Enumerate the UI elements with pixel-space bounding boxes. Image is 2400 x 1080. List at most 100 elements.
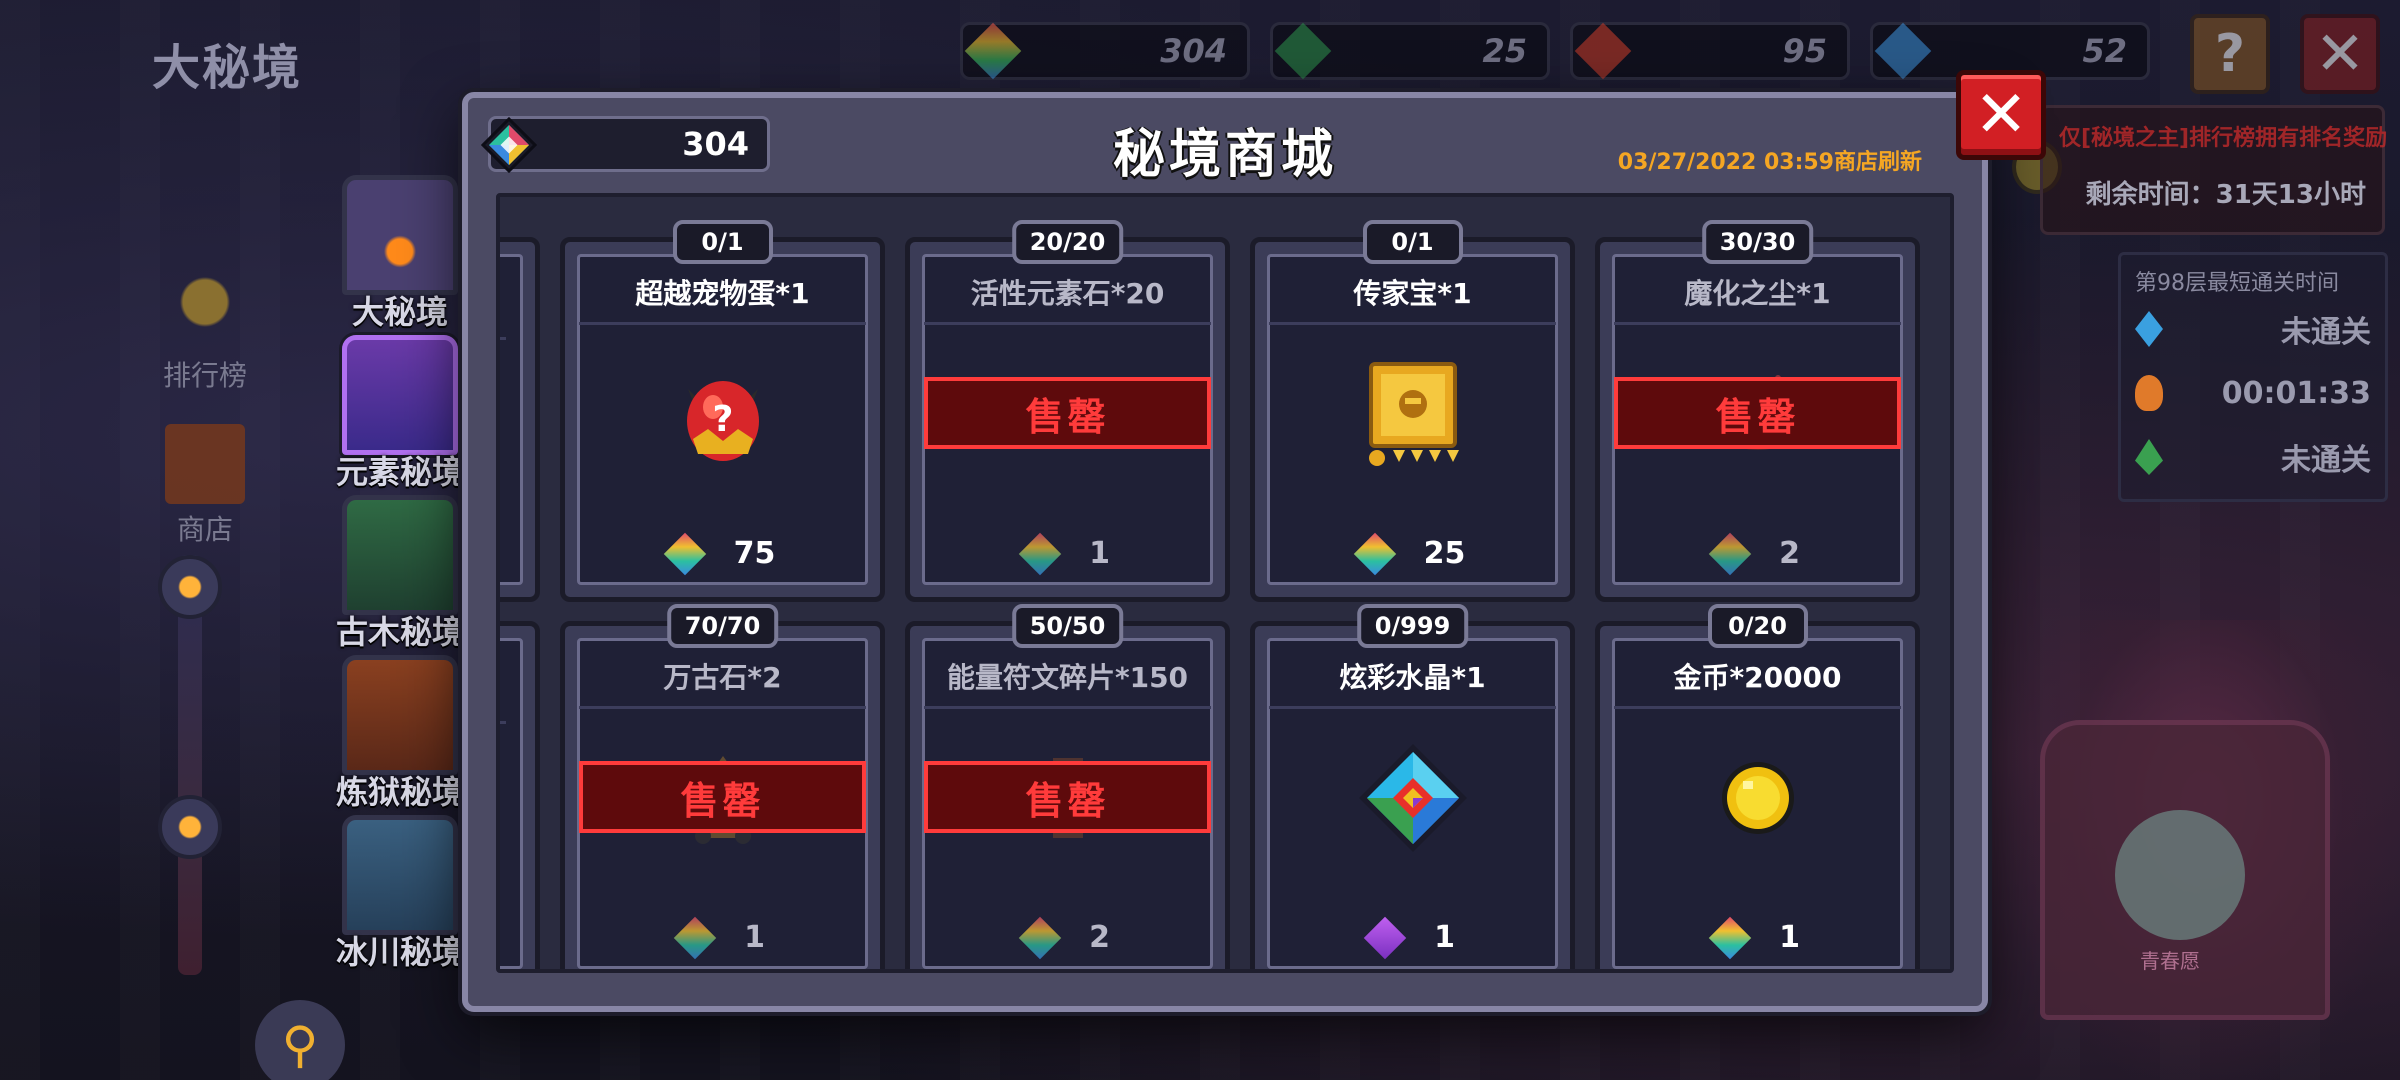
top-currency-rainbow: 304 <box>960 22 1250 80</box>
close-screen-button[interactable]: ✕ <box>2300 14 2380 94</box>
clear-time-panel: 第98层最短通关时间 未通关 00:01:33 未通关 <box>2118 252 2388 502</box>
floor-node-icon <box>158 555 222 619</box>
card-divider <box>1614 322 1901 325</box>
floor-progress-rail <box>158 555 222 975</box>
nav-item-shop[interactable]: 商店 <box>150 424 260 548</box>
purple-portal-icon <box>342 175 458 295</box>
item-price: 1 <box>910 532 1225 575</box>
item-stock: 0/999 <box>1356 604 1469 648</box>
item-price-value: 2 <box>1779 536 1800 571</box>
water-element-icon <box>2135 311 2163 347</box>
partial-item-card <box>500 621 540 969</box>
item-price: 25 <box>1255 532 1570 575</box>
card-divider <box>579 322 866 325</box>
prism-crystal-icon <box>1353 738 1473 858</box>
shop-item-card[interactable]: 50/50 能量符文碎片*150 售罄 2 <box>905 604 1230 969</box>
rainbow-gem-icon <box>663 532 706 575</box>
clear-time-row: 未通关 <box>2135 425 2371 489</box>
card-divider <box>1269 706 1556 709</box>
top-currency-value: 52 <box>2082 32 2127 70</box>
top-currency-green: 25 <box>1270 22 1550 80</box>
shop-icon <box>165 424 245 504</box>
top-currency-value: 95 <box>1782 32 1827 70</box>
item-name: 炫彩水晶*1 <box>1339 661 1486 694</box>
shop-item-card[interactable]: 70/70 万古石*2 售罄 1 <box>560 604 885 969</box>
shop-item-card[interactable]: 30/30 魔化之尘*1 售罄 2 <box>1595 220 1920 602</box>
red-gem-icon <box>1574 22 1632 80</box>
heirloom-icon <box>1353 354 1473 474</box>
shop-item-card[interactable]: 0/1 传家宝*1 25 <box>1250 220 1575 602</box>
clear-time-value: 00:01:33 <box>2221 375 2371 411</box>
sold-out-stamp: 售罄 <box>579 761 866 833</box>
item-name: 能量符文碎片*150 <box>946 661 1189 694</box>
item-name: 金币*20000 <box>1673 661 1842 694</box>
location-pin-icon[interactable]: ⚲ <box>255 1000 345 1080</box>
item-stock: 0/20 <box>1707 604 1808 648</box>
shop-item-grid[interactable]: 0/1 超越宠物蛋*1 ? 75 20/20 活性元素石*20 售罄 1 0/1… <box>496 193 1954 973</box>
shop-refresh-time: 03/27/2022 03:59商店刷新 <box>1617 150 1922 175</box>
boss-name: 青春愿 <box>2140 949 2200 973</box>
card-divider <box>579 706 866 709</box>
gold-coin-icon <box>1698 738 1818 858</box>
item-price: 1 <box>565 916 880 959</box>
nav-item-leaderboard[interactable]: 排行榜 <box>150 270 260 394</box>
fire-element-icon <box>2135 375 2163 411</box>
shop-modal: 304 秘境商城 03/27/2022 03:59商店刷新 ✕ 0/1 超越宠物… <box>462 70 2046 1012</box>
sold-out-stamp: 售罄 <box>924 377 1211 449</box>
shop-close-button[interactable]: ✕ <box>1956 70 2046 160</box>
card-divider <box>924 322 1211 325</box>
rainbow-gem-icon <box>1353 532 1396 575</box>
item-price-value: 1 <box>744 920 765 955</box>
left-side-nav: 排行榜 商店 <box>150 270 260 578</box>
green-gem-icon <box>1274 22 1332 80</box>
remaining-time-text: 剩余时间：31天13小时 <box>2085 180 2366 210</box>
shop-item-card[interactable]: 0/999 炫彩水晶*1 1 <box>1250 604 1575 969</box>
help-button[interactable]: ? <box>2190 14 2270 94</box>
floor-node-icon <box>158 795 222 859</box>
item-price: 75 <box>565 532 880 575</box>
item-price-value: 1 <box>1089 536 1110 571</box>
item-price: 2 <box>1600 532 1915 575</box>
item-stock: 50/50 <box>1011 604 1124 648</box>
ice-portal-icon <box>342 815 458 935</box>
item-stock: 20/20 <box>1011 220 1124 264</box>
tab-label: 元素秘境 <box>335 453 464 491</box>
tab-label: 古木秘境 <box>335 613 464 651</box>
screen-title: 大秘境 <box>152 40 303 96</box>
item-price-value: 1 <box>1434 920 1455 955</box>
rainbow-gem-icon <box>673 916 717 959</box>
shop-item-card[interactable]: 0/1 超越宠物蛋*1 ? 75 <box>560 220 885 602</box>
item-name: 魔化之尘*1 <box>1684 277 1831 310</box>
shop-item-card[interactable]: 0/20 金币*20000 1 <box>1595 604 1920 969</box>
tab-hell-dungeon[interactable]: 炼狱秘境 <box>330 655 470 815</box>
top-currency-value: 25 <box>1482 32 1527 70</box>
item-price: 1 <box>1255 916 1570 959</box>
tab-ice-dungeon[interactable]: 冰川秘境 <box>330 815 470 975</box>
rainbow-gem-icon <box>964 22 1022 80</box>
pet-egg-icon: ? <box>663 354 783 474</box>
blue-gem-icon <box>1874 22 1932 80</box>
purple-gem-icon <box>1363 916 1407 959</box>
item-price-value: 25 <box>1423 536 1466 571</box>
svg-text:?: ? <box>712 399 733 440</box>
tab-great-dungeon[interactable]: 大秘境 <box>330 175 470 335</box>
card-divider <box>924 706 1211 709</box>
nav-item-label: 排行榜 <box>162 359 247 392</box>
hell-portal-icon <box>342 655 458 775</box>
tab-element-dungeon[interactable]: 元素秘境 <box>330 335 470 495</box>
tab-wood-dungeon[interactable]: 古木秘境 <box>330 495 470 655</box>
boss-avatar <box>2115 810 2245 940</box>
shop-item-card[interactable]: 20/20 活性元素石*20 售罄 1 <box>905 220 1230 602</box>
reward-banner: 仅[秘境之主]排行榜拥有排名奖励 剩余时间：31天13小时 <box>2040 105 2388 235</box>
element-portal-icon <box>342 335 458 455</box>
clear-time-row: 00:01:33 <box>2135 361 2371 425</box>
rainbow-gem-icon <box>1018 532 1062 575</box>
item-price: 1 <box>1600 916 1915 959</box>
clear-time-header: 第98层最短通关时间 <box>2135 271 2339 296</box>
item-stock: 0/1 <box>1362 220 1463 264</box>
reward-warning-text: 仅[秘境之主]排行榜拥有排名奖励 <box>2059 126 2388 151</box>
tab-label: 大秘境 <box>351 293 448 331</box>
wood-element-icon <box>2135 439 2163 475</box>
clear-time-row: 未通关 <box>2135 297 2371 361</box>
trophy-icon <box>165 270 245 350</box>
